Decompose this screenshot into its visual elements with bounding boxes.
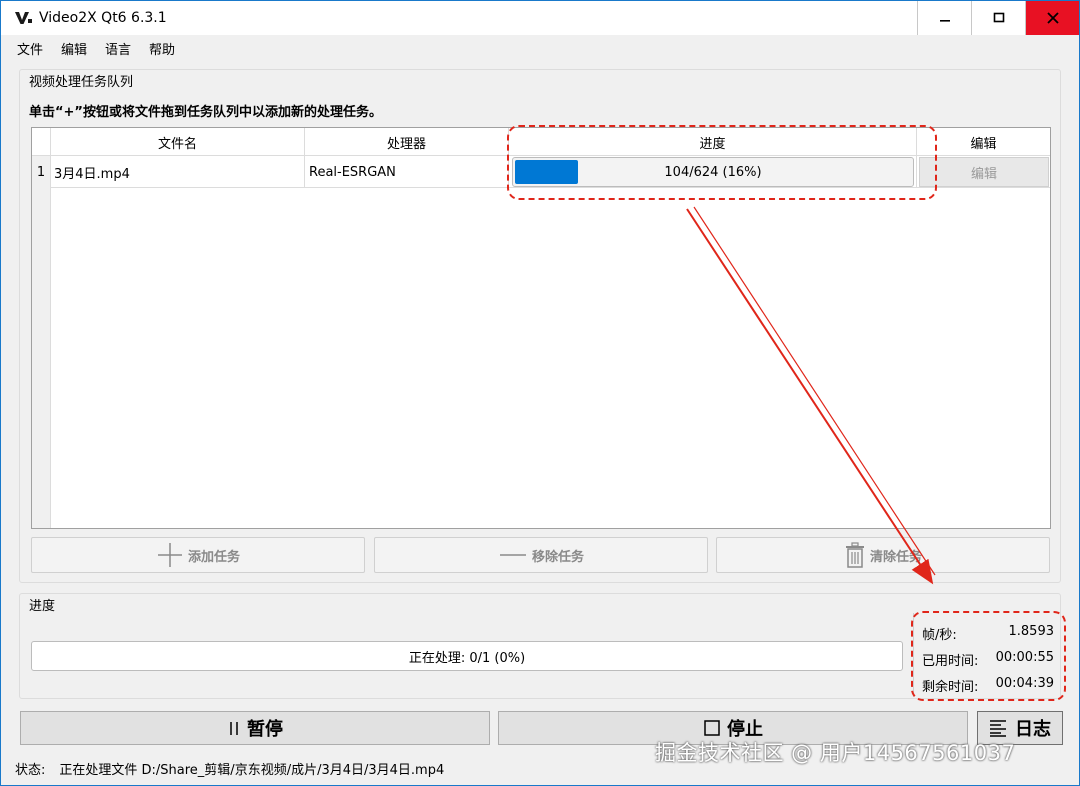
menu-file[interactable]: 文件 — [9, 39, 51, 58]
status-text: 正在处理文件 D:/Share_剪辑/京东视频/成片/3月4日/3月4日.mp4 — [59, 763, 445, 778]
cell-processor: Real-ESRGAN — [305, 156, 509, 188]
add-task-button[interactable]: 添加任务 — [31, 537, 365, 573]
maximize-button[interactable] — [971, 1, 1025, 35]
menu-language[interactable]: 语言 — [97, 39, 139, 58]
overall-progress-bar: 正在处理: 0/1 (0%) — [31, 641, 903, 671]
corner-cell — [32, 128, 51, 156]
video2x-logo-icon — [15, 9, 33, 27]
app-window: Video2X Qt6 6.3.1 文件 编辑 语言 帮助 视频处理任务队列 单… — [0, 0, 1080, 786]
title-bar: Video2X Qt6 6.3.1 — [1, 1, 1079, 35]
stop-icon — [704, 720, 720, 736]
menu-help[interactable]: 帮助 — [141, 39, 183, 58]
minimize-icon — [939, 20, 950, 22]
row-header-column — [32, 156, 51, 528]
status-label: 状态: — [15, 763, 46, 778]
maximize-icon — [993, 12, 1004, 23]
log-lines-icon — [990, 720, 1006, 737]
pause-label: 暂停 — [247, 719, 283, 740]
menu-bar: 文件 编辑 语言 帮助 — [1, 35, 1079, 61]
minus-icon — [499, 554, 526, 556]
trash-icon — [845, 542, 864, 568]
row-number: 1 — [32, 156, 51, 188]
pause-button[interactable]: 暂停 — [20, 711, 490, 745]
overall-progress-text: 正在处理: 0/1 (0%) — [408, 650, 526, 666]
log-label: 日志 — [1015, 719, 1051, 740]
progress-highlight-annotation — [507, 125, 937, 200]
remove-task-button[interactable]: 移除任务 — [374, 537, 708, 573]
queue-hint: 单击“+”按钮或将文件拖到任务队列中以添加新的处理任务。 — [29, 105, 382, 120]
minimize-button[interactable] — [917, 1, 971, 35]
progress-group-title: 进度 — [29, 599, 56, 614]
column-header-filename[interactable]: 文件名 — [51, 128, 305, 156]
plus-icon — [157, 543, 182, 567]
menu-edit[interactable]: 编辑 — [53, 39, 95, 58]
close-button[interactable] — [1025, 1, 1079, 35]
window-title: Video2X Qt6 6.3.1 — [39, 10, 167, 26]
pause-icon — [230, 722, 238, 735]
queue-group-title: 视频处理任务队列 — [29, 75, 134, 90]
clear-tasks-label: 清除任务 — [869, 549, 922, 565]
column-header-processor[interactable]: 处理器 — [305, 128, 509, 156]
remove-task-label: 移除任务 — [531, 549, 584, 565]
clear-tasks-button[interactable]: 清除任务 — [716, 537, 1050, 573]
close-icon — [1046, 12, 1059, 24]
watermark-text: 掘金技术社区 @ 用户14567561037 — [655, 741, 1016, 765]
status-bar: 状态: 正在处理文件 D:/Share_剪辑/京东视频/成片/3月4日/3月4日… — [15, 759, 444, 778]
row-edit-button[interactable]: 编辑 — [919, 157, 1049, 187]
cell-filename: 3月4日.mp4 — [51, 156, 305, 188]
stats-highlight-annotation — [911, 611, 1066, 701]
add-task-label: 添加任务 — [187, 549, 240, 565]
